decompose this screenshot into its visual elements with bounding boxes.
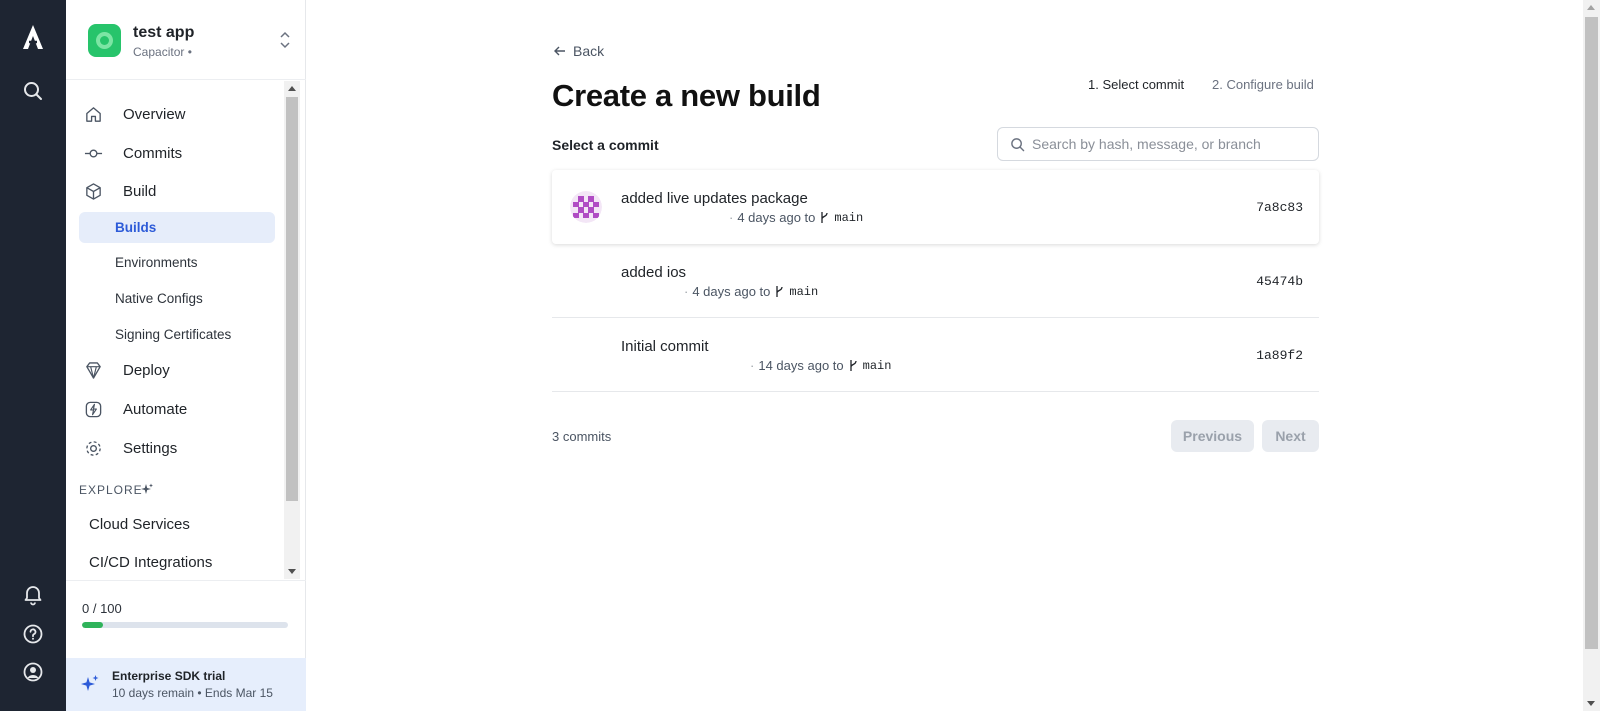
sidebar-item-environments[interactable]: Environments — [79, 247, 275, 278]
scrollbar-thumb[interactable] — [1585, 17, 1598, 649]
arrow-left-icon — [554, 46, 565, 56]
step-select-commit: 1. Select commit — [1088, 77, 1185, 92]
home-icon — [86, 107, 101, 122]
previous-button[interactable]: Previous — [1171, 420, 1254, 452]
branch-icon — [821, 212, 829, 223]
search-input[interactable] — [1032, 128, 1312, 160]
commit-branch: main — [862, 358, 892, 373]
commit-message: added ios — [621, 264, 687, 281]
trial-detail: 10 days remain • Ends Mar 15 — [112, 686, 273, 700]
diamond-icon — [86, 362, 101, 379]
branch-icon — [776, 286, 784, 297]
sidebar-item-label: Signing Certificates — [115, 327, 232, 342]
box-icon — [86, 183, 101, 200]
back-link[interactable]: Back — [553, 43, 604, 59]
sidebar-item-deploy[interactable]: Deploy — [78, 354, 278, 386]
sidebar-item-commits[interactable]: Commits — [78, 137, 278, 169]
usage-text: 0 / 100 — [82, 601, 122, 616]
scroll-up-arrow-icon[interactable] — [288, 86, 296, 91]
commit-branch: main — [834, 210, 864, 225]
next-button[interactable]: Next — [1262, 420, 1319, 452]
app-name: test app — [133, 24, 195, 41]
sidebar-item-label: Deploy — [123, 362, 170, 379]
sidebar-item-label: Native Configs — [115, 291, 203, 306]
sparkle-icon — [141, 483, 153, 494]
search-icon — [1011, 138, 1025, 152]
commit-hash: 45474b — [1256, 274, 1303, 289]
commit-row[interactable]: Initial commit · 14 days ago to main 1a8… — [552, 318, 1319, 392]
sidebar-item-settings[interactable]: Settings — [78, 432, 278, 464]
scroll-down-arrow-icon[interactable] — [288, 569, 296, 574]
sidebar-item-automate[interactable]: Automate — [78, 393, 278, 425]
select-commit-label: Select a commit — [552, 137, 659, 153]
step-configure-build: 2. Configure build — [1212, 77, 1314, 92]
sidebar-item-cicd-integrations[interactable]: CI/CD Integrations — [89, 554, 212, 571]
commit-hash: 7a8c83 — [1256, 200, 1303, 215]
commit-time: 4 days ago to — [737, 210, 816, 225]
sidebar-nav: Overview Commits Build Builds Environmen… — [66, 81, 306, 579]
commit-branch: main — [789, 284, 819, 299]
commit-meta: · 14 days ago to main — [750, 358, 891, 373]
avatar — [570, 191, 602, 223]
help-icon[interactable] — [21, 622, 45, 646]
usage-meter: 0 / 100 — [66, 580, 306, 658]
app-platform: Capacitor • — [133, 45, 192, 59]
trial-title: Enterprise SDK trial — [112, 669, 226, 683]
commit-message: added live updates package — [621, 190, 808, 207]
sidebar-item-builds[interactable]: Builds — [79, 212, 275, 243]
sparkle-icon — [81, 675, 99, 691]
commit-search[interactable] — [997, 127, 1319, 161]
page-title: Create a new build — [552, 78, 821, 113]
meta-separator: · — [750, 358, 755, 373]
meta-separator: · — [729, 210, 734, 225]
commit-time: 14 days ago to — [758, 358, 844, 373]
commit-row[interactable]: added live updates package · 4 days ago … — [552, 170, 1319, 244]
explore-heading: EXPLORE — [79, 483, 143, 497]
app-icon — [88, 24, 121, 57]
commit-icon — [84, 149, 103, 158]
sidebar-item-label: Settings — [123, 440, 178, 457]
page-scrollbar[interactable] — [1566, 0, 1600, 711]
sidebar-item-label: Builds — [115, 220, 157, 235]
branch-icon — [849, 360, 857, 371]
app-switcher[interactable]: test app Capacitor • — [66, 0, 306, 80]
sidebar-item-label: Commits — [123, 145, 183, 162]
scroll-up-arrow-icon[interactable] — [1587, 5, 1595, 10]
sidebar-item-label: Environments — [115, 255, 198, 270]
back-label: Back — [573, 43, 605, 59]
sidebar-item-native-configs[interactable]: Native Configs — [79, 283, 275, 314]
main-content: Back Create a new build 1. Select commit… — [306, 0, 1566, 711]
sidebar-item-build[interactable]: Build — [78, 175, 278, 207]
sidebar-item-label: Automate — [123, 401, 188, 418]
gear-icon — [86, 441, 101, 456]
trial-banner[interactable]: Enterprise SDK trial 10 days remain • En… — [66, 658, 306, 711]
sidebar-scrollbar[interactable] — [284, 81, 300, 579]
sidebar-item-signing-certificates[interactable]: Signing Certificates — [79, 319, 275, 350]
usage-bar — [82, 622, 288, 628]
lightning-icon — [85, 401, 102, 418]
scroll-down-arrow-icon[interactable] — [1587, 701, 1595, 706]
sidebar-item-overview[interactable]: Overview — [78, 98, 278, 130]
search-icon[interactable] — [21, 79, 45, 103]
meta-separator: · — [684, 284, 689, 299]
commit-row[interactable]: added ios · 4 days ago to main 45474b — [552, 244, 1319, 318]
commit-meta: · 4 days ago to main — [684, 284, 818, 299]
commit-message: Initial commit — [621, 338, 709, 355]
sidebar-item-label: Build — [123, 183, 157, 200]
scrollbar-thumb[interactable] — [286, 97, 298, 501]
sidebar-item-label: Overview — [123, 106, 186, 123]
sidebar: test app Capacitor • Overview Commits Bu… — [66, 0, 306, 711]
chevron-up-down-icon[interactable] — [278, 30, 292, 50]
commit-time: 4 days ago to — [692, 284, 771, 299]
commit-hash: 1a89f2 — [1256, 348, 1303, 363]
sidebar-item-cloud-services[interactable]: Cloud Services — [89, 516, 190, 533]
commit-count: 3 commits — [552, 429, 612, 444]
usage-bar-fill — [82, 622, 103, 628]
app-rail — [0, 0, 66, 711]
user-icon[interactable] — [21, 660, 45, 684]
bell-icon[interactable] — [21, 582, 45, 606]
logo-icon[interactable] — [18, 22, 48, 52]
commit-meta: · 4 days ago to main — [729, 210, 863, 225]
